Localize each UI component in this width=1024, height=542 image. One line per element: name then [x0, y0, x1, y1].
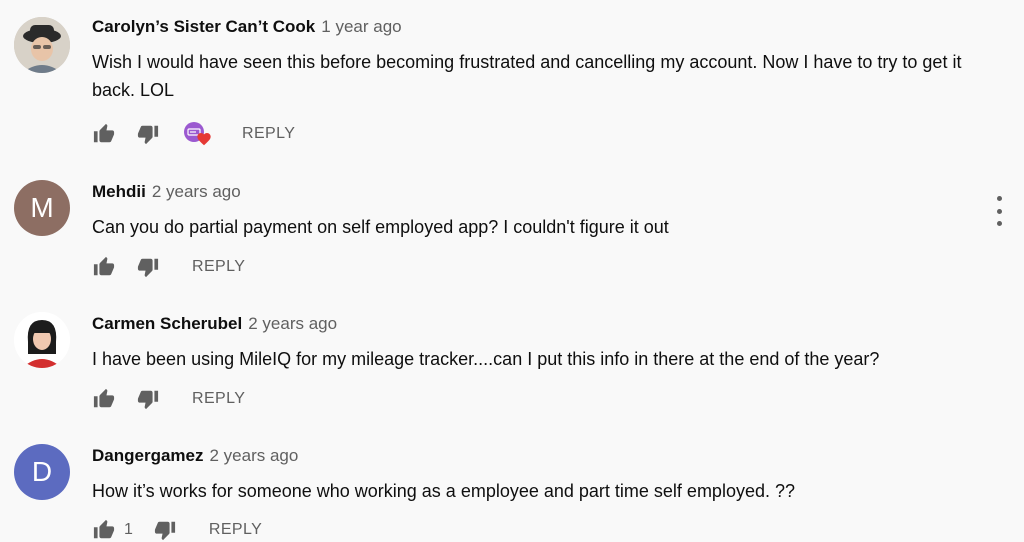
avatar[interactable] [14, 17, 70, 73]
avatar-photo-icon [14, 312, 70, 368]
avatar[interactable]: D [14, 444, 70, 500]
avatar[interactable]: M [14, 180, 70, 236]
comment-text: Can you do partial payment on self emplo… [92, 217, 669, 237]
comment-time[interactable]: 2 years ago [209, 446, 298, 466]
thumb-up-icon[interactable] [92, 387, 116, 411]
comment-header: Carmen Scherubel 2 years ago [92, 314, 337, 336]
thumb-down-icon[interactable] [136, 255, 160, 279]
avatar-photo-icon [14, 17, 70, 73]
comment-actions: 1 REPLY [92, 518, 262, 542]
comment-time[interactable]: 1 year ago [321, 17, 401, 37]
reply-button[interactable]: REPLY [192, 258, 245, 276]
comment-author[interactable]: Mehdii [92, 182, 146, 202]
reply-button[interactable]: REPLY [209, 521, 262, 539]
comment-header: Mehdii 2 years ago [92, 182, 241, 204]
reply-button[interactable]: REPLY [242, 125, 295, 143]
thumb-up-icon[interactable] [92, 255, 116, 279]
comment-author[interactable]: Carmen Scherubel [92, 314, 242, 334]
thumb-up-icon[interactable] [92, 122, 116, 146]
comment-text: I have been using MileIQ for my mileage … [92, 349, 880, 369]
thumb-up-icon[interactable] [92, 518, 116, 542]
comment-author[interactable]: Dangergamez [92, 446, 203, 466]
reply-button[interactable]: REPLY [192, 390, 245, 408]
avatar-letter: D [31, 456, 53, 487]
comment-actions: REPLY [92, 387, 245, 411]
comment-text: Wish I would have seen this before becom… [92, 52, 962, 100]
like-count: 1 [124, 521, 133, 538]
thumb-down-icon[interactable] [136, 387, 160, 411]
creator-heart-icon [197, 133, 211, 146]
avatar-letter: M [30, 192, 54, 223]
thumb-down-icon[interactable] [153, 518, 177, 542]
comment-actions: REPLY [92, 122, 295, 146]
comment-text: How it’s works for someone who working a… [92, 481, 796, 501]
comment-header: Carolyn’s Sister Can’t Cook 1 year ago [92, 17, 402, 39]
comment-actions: REPLY [92, 255, 245, 279]
creator-heart-badge [184, 122, 211, 146]
comment-author[interactable]: Carolyn’s Sister Can’t Cook [92, 17, 315, 37]
more-vert-icon[interactable] [987, 196, 1011, 226]
avatar[interactable] [14, 312, 70, 368]
comment-time[interactable]: 2 years ago [152, 182, 241, 202]
comment-time[interactable]: 2 years ago [248, 314, 337, 334]
comment-header: Dangergamez 2 years ago [92, 446, 298, 468]
thumb-down-icon[interactable] [136, 122, 160, 146]
